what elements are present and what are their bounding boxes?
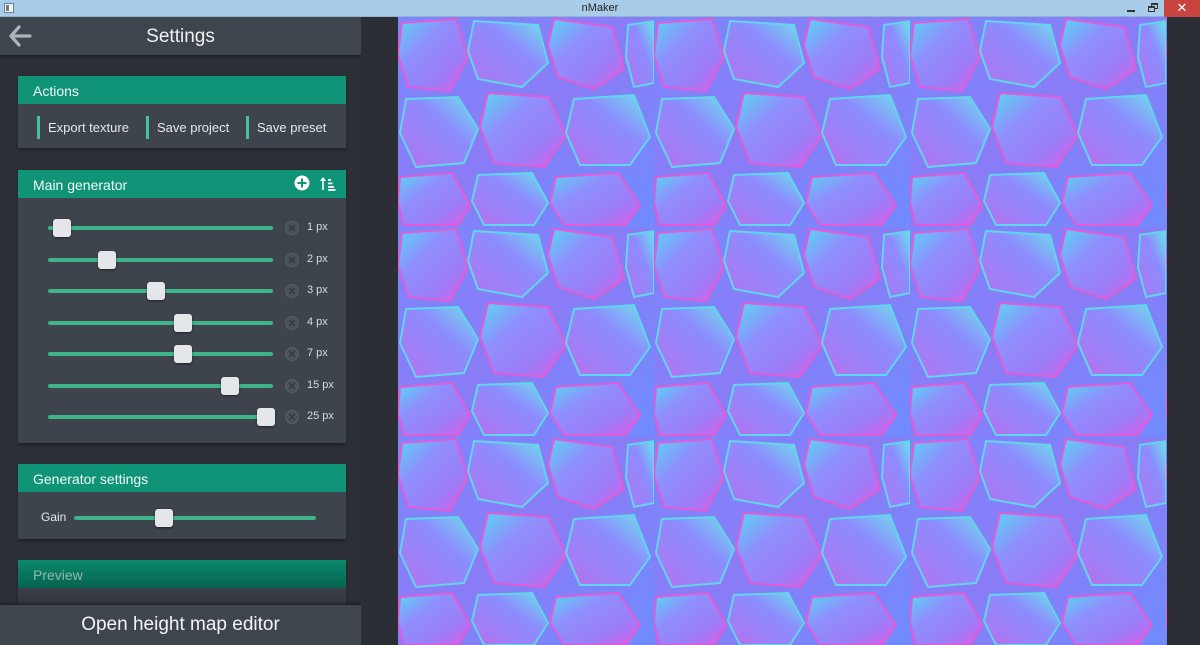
main-generator-panel-head: Main generator bbox=[18, 170, 346, 198]
actions-panel-title: Actions bbox=[18, 76, 346, 104]
octave-slider-value: 25 px bbox=[307, 410, 334, 422]
remove-circle-icon[interactable] bbox=[285, 410, 299, 424]
remove-circle-icon[interactable] bbox=[285, 347, 299, 361]
window-titlebar: nMaker ✕ bbox=[0, 0, 1200, 17]
export-texture-button[interactable]: Export texture bbox=[37, 116, 129, 139]
octave-slider-value: 4 px bbox=[307, 315, 328, 328]
actions-panel: Actions Export texture Save project Save… bbox=[18, 76, 346, 148]
save-project-button[interactable]: Save project bbox=[146, 116, 229, 139]
preview-panel-title[interactable]: Preview bbox=[18, 560, 346, 588]
octave-slider-thumb[interactable] bbox=[52, 219, 71, 237]
remove-circle-icon[interactable] bbox=[285, 284, 299, 298]
octave-slider-track[interactable] bbox=[48, 257, 273, 262]
octave-slider-value: 15 px bbox=[307, 378, 334, 391]
window-title: nMaker bbox=[581, 2, 619, 14]
window-restore-icon[interactable] bbox=[1142, 0, 1164, 17]
plus-circle-icon[interactable] bbox=[294, 175, 310, 191]
octave-slider-row: 7 px bbox=[18, 344, 346, 364]
octave-slider-value: 1 px bbox=[307, 221, 328, 233]
octave-slider-row: 4 px bbox=[18, 313, 346, 333]
octave-slider-track[interactable] bbox=[48, 352, 273, 356]
open-height-map-editor-button[interactable]: Open height map editor bbox=[0, 605, 361, 645]
octave-slider-thumb[interactable] bbox=[174, 313, 192, 332]
octave-slider-thumb[interactable] bbox=[221, 376, 240, 395]
octave-slider-row: 3 px bbox=[18, 281, 346, 301]
octave-slider-value: 7 px bbox=[307, 347, 328, 359]
remove-circle-icon[interactable] bbox=[285, 252, 299, 267]
window-close-icon[interactable]: ✕ bbox=[1164, 0, 1200, 17]
save-preset-button[interactable]: Save preset bbox=[246, 116, 326, 139]
octave-slider-row: 1 px bbox=[18, 218, 346, 238]
gain-slider-track[interactable] bbox=[74, 516, 316, 520]
main-generator-panel: Main generator 1 px 2 px 3 px 4 px 7 px … bbox=[18, 170, 346, 443]
octave-slider-value: 2 px bbox=[307, 252, 328, 265]
sort-ascending-icon[interactable] bbox=[319, 175, 336, 192]
octave-slider-thumb[interactable] bbox=[174, 345, 192, 363]
octave-slider-thumb[interactable] bbox=[147, 282, 165, 300]
octave-slider-thumb[interactable] bbox=[97, 250, 116, 269]
normal-map-texture[interactable] bbox=[398, 17, 1167, 645]
octave-slider-row: 25 px bbox=[18, 407, 346, 427]
octave-slider-track[interactable] bbox=[48, 320, 273, 325]
remove-circle-icon[interactable] bbox=[285, 378, 299, 393]
octave-slider-track[interactable] bbox=[48, 383, 273, 388]
octave-slider-track[interactable] bbox=[48, 226, 273, 230]
octave-slider-value: 3 px bbox=[307, 284, 328, 296]
remove-circle-icon[interactable] bbox=[285, 315, 299, 330]
main-generator-panel-title: Main generator bbox=[33, 177, 128, 193]
gain-slider-thumb[interactable] bbox=[154, 509, 173, 527]
generator-settings-panel-title: Generator settings bbox=[18, 464, 346, 492]
page-title: Settings bbox=[146, 26, 215, 47]
octave-slider-row: 15 px bbox=[18, 376, 346, 396]
octave-slider-row: 2 px bbox=[18, 250, 346, 270]
settings-header: Settings bbox=[0, 17, 361, 55]
gain-label: Gain bbox=[41, 510, 67, 524]
window-minimize-icon[interactable] bbox=[1120, 0, 1142, 17]
generator-settings-panel: Generator settings Gain bbox=[18, 464, 346, 539]
texture-viewport bbox=[361, 17, 1200, 645]
octave-slider-thumb[interactable] bbox=[257, 408, 276, 426]
settings-sidebar: Settings Actions Export texture Save pro… bbox=[0, 17, 361, 645]
octave-slider-track[interactable] bbox=[48, 415, 273, 419]
remove-circle-icon[interactable] bbox=[285, 221, 299, 235]
